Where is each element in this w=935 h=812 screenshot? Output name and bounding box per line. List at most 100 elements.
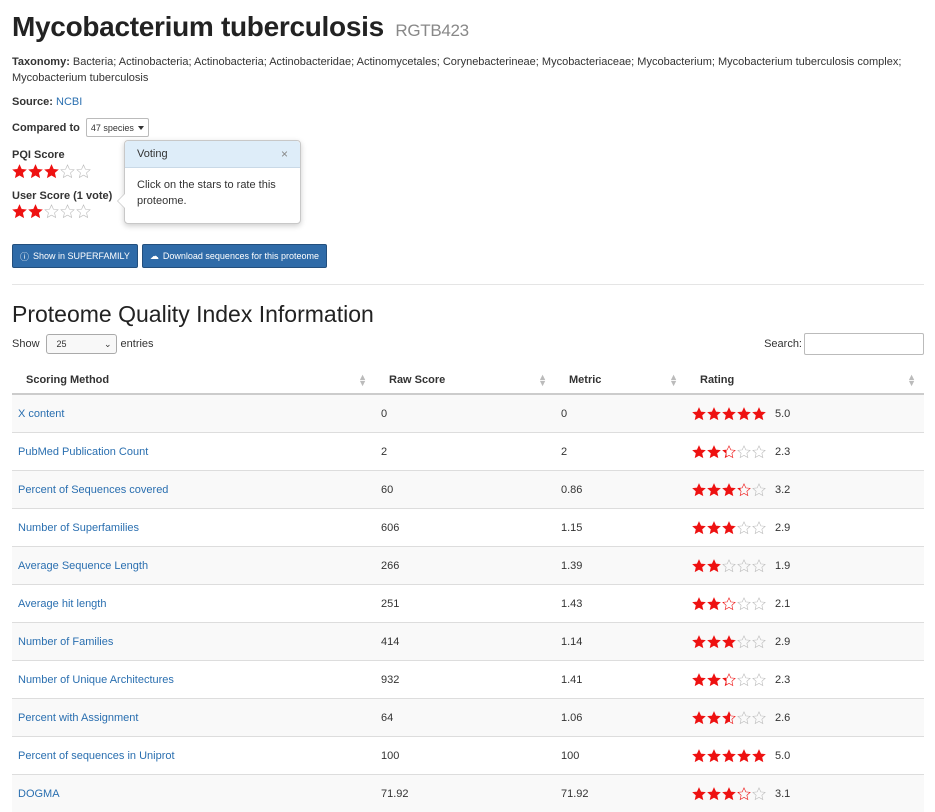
divider <box>12 284 924 285</box>
table-row: Number of Unique Architectures9321.412.3 <box>12 661 924 699</box>
column-header-raw-score[interactable]: Raw Score▲▼ <box>375 367 555 394</box>
star-icon <box>707 597 721 611</box>
section-title: Proteome Quality Index Information <box>12 299 923 329</box>
species-dropdown[interactable]: 47 species <box>86 118 149 137</box>
table-row: Percent with Assignment641.062.6 <box>12 699 924 737</box>
star-group <box>692 711 767 725</box>
scoring-method-link[interactable]: DOGMA <box>18 788 60 800</box>
entries-select[interactable]: 25⌄ <box>46 334 117 354</box>
star-icon[interactable] <box>76 204 91 219</box>
cell-metric: 0 <box>555 394 686 433</box>
rating-stars: 3.1 <box>692 787 918 801</box>
star-icon <box>692 635 706 649</box>
star-icon <box>44 164 59 179</box>
star-icon <box>692 483 706 497</box>
star-icon[interactable] <box>28 204 43 219</box>
column-label: Scoring Method <box>26 374 109 386</box>
star-group <box>692 749 767 763</box>
download-sequences-button[interactable]: ☁Download sequences for this proteome <box>142 244 327 268</box>
star-icon <box>707 673 721 687</box>
scoring-method-link[interactable]: Percent of Sequences covered <box>18 484 168 496</box>
entries-select-value: 25 <box>57 339 67 349</box>
cell-rating: 2.6 <box>686 699 924 737</box>
star-icon <box>692 521 706 535</box>
rating-stars: 2.6 <box>692 711 918 725</box>
cell-metric: 1.43 <box>555 585 686 623</box>
scoring-method-link[interactable]: PubMed Publication Count <box>18 446 148 458</box>
cell-method: Number of Unique Architectures <box>12 661 375 699</box>
cell-metric: 1.39 <box>555 547 686 585</box>
star-icon[interactable] <box>12 204 27 219</box>
column-header-metric[interactable]: Metric▲▼ <box>555 367 686 394</box>
cell-raw-score: 64 <box>375 699 555 737</box>
source-link[interactable]: NCBI <box>56 96 82 108</box>
star-icon <box>752 673 766 687</box>
table-row: PubMed Publication Count222.3 <box>12 433 924 471</box>
star-icon <box>722 407 736 421</box>
scoring-method-link[interactable]: Number of Superfamilies <box>18 522 139 534</box>
scoring-method-link[interactable]: Average Sequence Length <box>18 560 148 572</box>
star-icon <box>737 787 751 801</box>
scoring-method-link[interactable]: Percent of sequences in Uniprot <box>18 750 175 762</box>
user-score-label: User Score (1 vote) <box>12 190 112 202</box>
table-row: X content005.0 <box>12 394 924 433</box>
pqi-table: Scoring Method▲▼ Raw Score▲▼ Metric▲▼ Ra… <box>12 367 924 812</box>
star-icon <box>752 597 766 611</box>
rating-value: 2.6 <box>775 712 790 724</box>
close-icon[interactable]: × <box>281 147 288 161</box>
taxonomy-value: Bacteria; Actinobacteria; Actinobacteria… <box>12 56 901 84</box>
star-icon <box>737 521 751 535</box>
table-controls: Show 25⌄ entries Search: <box>12 333 924 355</box>
scoring-method-link[interactable]: Percent with Assignment <box>18 712 138 724</box>
star-icon <box>692 673 706 687</box>
search-input[interactable] <box>804 333 924 355</box>
cell-raw-score: 606 <box>375 509 555 547</box>
cell-method: Number of Superfamilies <box>12 509 375 547</box>
star-group <box>692 559 767 573</box>
rating-value: 1.9 <box>775 560 790 572</box>
genome-code: RGTB423 <box>395 21 469 40</box>
star-icon <box>752 635 766 649</box>
rating-stars: 5.0 <box>692 749 918 763</box>
star-icon <box>752 521 766 535</box>
cell-metric: 2 <box>555 433 686 471</box>
species-dropdown-value: 47 species <box>91 120 134 136</box>
column-header-scoring-method[interactable]: Scoring Method▲▼ <box>12 367 375 394</box>
table-row: Percent of Sequences covered600.863.2 <box>12 471 924 509</box>
scoring-method-link[interactable]: X content <box>18 408 64 420</box>
rating-stars: 2.9 <box>692 635 918 649</box>
cell-raw-score: 251 <box>375 585 555 623</box>
table-row: Average hit length2511.432.1 <box>12 585 924 623</box>
scoring-method-link[interactable]: Average hit length <box>18 598 106 610</box>
star-icon[interactable] <box>60 204 75 219</box>
popover-arrow <box>117 193 125 209</box>
rating-stars: 3.2 <box>692 483 918 497</box>
star-icon <box>707 559 721 573</box>
column-label: Rating <box>700 374 734 386</box>
star-icon <box>692 749 706 763</box>
scoring-method-link[interactable]: Number of Families <box>18 636 113 648</box>
star-icon <box>28 164 43 179</box>
star-icon <box>60 164 75 179</box>
sort-icon: ▲▼ <box>907 374 916 386</box>
show-in-superfamily-button[interactable]: ⓘShow in SUPERFAMILY <box>12 244 138 268</box>
star-icon <box>76 164 91 179</box>
star-icon <box>12 164 27 179</box>
table-row: Number of Superfamilies6061.152.9 <box>12 509 924 547</box>
table-row: Average Sequence Length2661.391.9 <box>12 547 924 585</box>
cell-method: Average hit length <box>12 585 375 623</box>
cell-method: X content <box>12 394 375 433</box>
user-rating-stars[interactable] <box>12 204 92 220</box>
search-label: Search: <box>764 338 802 350</box>
rating-value: 2.9 <box>775 636 790 648</box>
cell-raw-score: 60 <box>375 471 555 509</box>
cell-method: DOGMA <box>12 775 375 812</box>
pqi-stars <box>12 163 92 179</box>
star-icon <box>752 445 766 459</box>
sort-icon: ▲▼ <box>538 374 547 386</box>
species-name: Mycobacterium tuberculosis <box>12 11 384 42</box>
star-icon[interactable] <box>44 204 59 219</box>
star-icon <box>737 559 751 573</box>
scoring-method-link[interactable]: Number of Unique Architectures <box>18 674 174 686</box>
column-header-rating[interactable]: Rating ▲▼ <box>686 367 924 394</box>
